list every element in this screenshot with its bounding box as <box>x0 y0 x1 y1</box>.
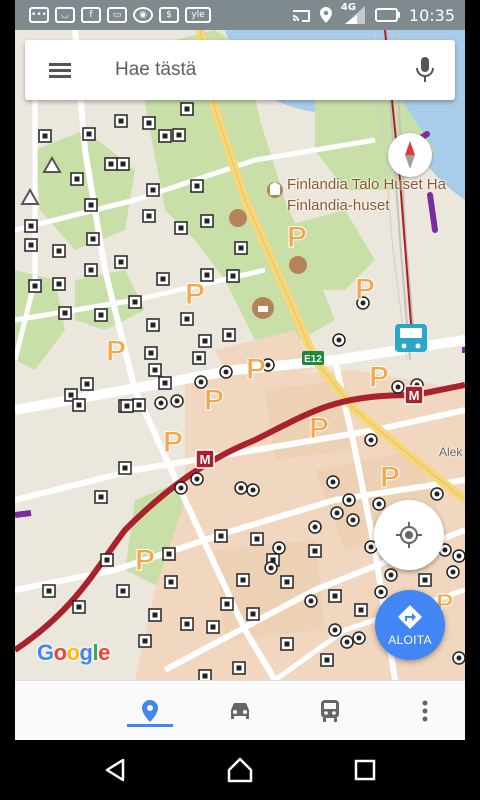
map-view[interactable]: PPPPPPPPPPP M M E12 Finlandia Talo Huset… <box>15 30 465 680</box>
search-input[interactable]: Hae tästä <box>95 59 395 81</box>
search-bar[interactable]: Hae tästä <box>25 40 455 100</box>
directions-icon <box>398 605 422 629</box>
more-icon <box>422 700 428 722</box>
cast-icon <box>292 10 310 22</box>
tab-driving[interactable] <box>205 681 275 741</box>
car-icon <box>231 703 249 719</box>
menu-icon[interactable] <box>25 40 95 100</box>
svg-text:M: M <box>409 388 420 403</box>
back-icon <box>105 758 125 782</box>
clock: 10:35 <box>408 5 455 25</box>
poi-label-finlandia-huset[interactable]: Finlandia-huset <box>287 197 390 214</box>
road-e12-badge: E12 <box>302 351 324 365</box>
street-label-alek: Alek <box>439 445 463 459</box>
home-button[interactable] <box>215 750 265 790</box>
shield-icon: ◡ <box>55 7 75 23</box>
directions-label: ALOITA <box>388 633 432 647</box>
tab-more[interactable] <box>390 681 460 741</box>
svg-text:M: M <box>200 452 211 467</box>
tab-transit[interactable] <box>295 681 365 741</box>
compass-icon <box>405 141 415 169</box>
location-icon <box>319 7 332 23</box>
recents-icon <box>354 759 376 781</box>
pay-icon: $ <box>159 7 179 23</box>
battery-icon <box>374 8 400 22</box>
message-icon: ••• <box>29 7 49 23</box>
status-bar: ••• ◡ f ▭ ◉ $ yle 4G 10:35 <box>15 0 465 30</box>
system-navigation-bar <box>0 740 480 800</box>
facebook-icon: f <box>81 7 101 23</box>
train-station-icon[interactable] <box>395 324 427 352</box>
recents-button[interactable] <box>340 750 390 790</box>
explore-icon <box>142 700 158 722</box>
active-tab-indicator <box>127 724 173 727</box>
metro-station-icon[interactable]: M <box>404 385 424 405</box>
svg-text:E12: E12 <box>304 354 322 365</box>
notification-icons: ••• ◡ f ▭ ◉ $ yle <box>15 7 211 23</box>
gallery-icon: ▭ <box>107 7 127 23</box>
phone-screen: ••• ◡ f ▭ ◉ $ yle 4G 10:35 P P P P P P P… <box>0 0 480 800</box>
crosshair-icon <box>396 522 422 548</box>
home-icon <box>227 757 253 783</box>
metro-markers: M M E12 <box>195 324 427 469</box>
metro-station-icon[interactable]: M <box>195 449 215 469</box>
back-button[interactable] <box>90 750 140 790</box>
microphone-icon[interactable] <box>395 40 455 100</box>
poi-label-finlandia-talo[interactable]: Finlandia Talo Huset Ha <box>287 176 446 193</box>
signal-icon: 4G <box>341 2 367 26</box>
compass-button[interactable] <box>388 133 432 177</box>
transit-icon <box>321 700 339 722</box>
app-icon: ◉ <box>133 7 153 23</box>
yle-icon: yle <box>185 7 211 23</box>
status-right: 4G 10:35 <box>291 0 455 30</box>
my-location-button[interactable] <box>374 500 444 570</box>
directions-button[interactable]: ALOITA <box>375 590 445 660</box>
google-logo: Google <box>37 640 110 665</box>
tab-explore[interactable] <box>115 681 185 741</box>
bottom-navigation <box>15 680 465 740</box>
